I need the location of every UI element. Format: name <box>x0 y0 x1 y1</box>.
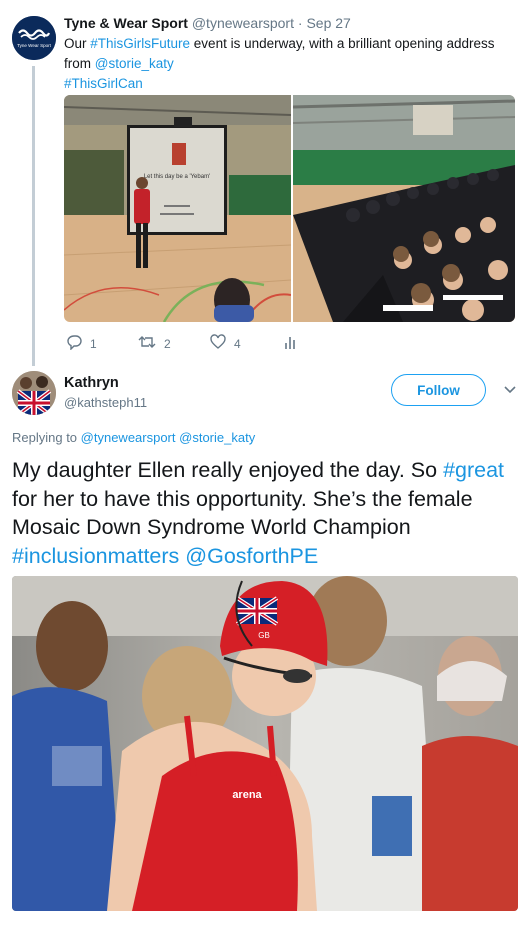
tweet1-date[interactable]: Sep 27 <box>306 15 350 31</box>
tweet1-author-name[interactable]: Tyne & Wear Sport <box>64 15 188 31</box>
replying-to-tynewearsport[interactable]: @tynewearsport <box>81 430 176 445</box>
tweet1-text: Our #ThisGirlsFuture event is underway, … <box>64 34 514 94</box>
tweet1-header: Tyne & Wear Sport @tynewearsport · Sep 2… <box>64 15 351 31</box>
avatar-logo-text: Tyne Wear Sport <box>17 43 51 48</box>
hashtag-inclusionmatters[interactable]: #inclusionmatters <box>12 544 179 568</box>
tweet2-text: My daughter Ellen really enjoyed the day… <box>12 456 518 570</box>
tweet1-author-handle[interactable]: @tynewearsport <box>192 15 294 31</box>
swimsuit-brand: arena <box>232 789 262 801</box>
follow-button[interactable]: Follow <box>391 374 486 406</box>
like-icon[interactable] <box>210 334 226 353</box>
kathryn-avatar[interactable] <box>12 371 56 415</box>
audience-photo[interactable] <box>293 95 515 322</box>
tweet2-text-part2: for her to have this opportunity. She’s … <box>12 486 473 540</box>
tweet1-media: Let this day be a 'Yebam' <box>64 95 515 322</box>
slide-text: Let this day be a 'Yebam' <box>144 174 210 180</box>
mention-gosforthpe[interactable]: @GosforthPE <box>185 544 318 568</box>
chevron-down-icon[interactable] <box>502 381 518 397</box>
replying-to: Replying to @tynewearsport @storie_katy <box>12 430 255 445</box>
tweet1-text-before: Our <box>64 36 91 51</box>
tweet2-text-part1: My daughter Ellen really enjoyed the day… <box>12 458 444 482</box>
analytics-icon[interactable] <box>284 334 298 353</box>
swimmer-photo[interactable]: arena GB <box>12 576 518 911</box>
like-count: 4 <box>234 336 241 351</box>
tweet2-author-name[interactable]: Kathryn <box>64 375 119 391</box>
speaker-photo[interactable]: Let this day be a 'Yebam' <box>64 95 291 322</box>
analytics-action[interactable] <box>284 334 298 353</box>
retweet-action[interactable]: 2 <box>138 334 171 353</box>
hashtag-great[interactable]: #great <box>443 458 504 482</box>
reply-icon[interactable] <box>66 334 82 353</box>
tyne-wear-sport-avatar[interactable]: Tyne Wear Sport <box>12 16 56 60</box>
reply-count: 1 <box>90 336 97 351</box>
tweet1-actions: 1 2 4 <box>64 334 364 354</box>
thread-connector-line <box>32 66 35 366</box>
replying-prefix: Replying to <box>12 430 81 445</box>
hashtag-thisgirlsfuture[interactable]: #ThisGirlsFuture <box>90 36 190 51</box>
like-action[interactable]: 4 <box>210 334 241 353</box>
tweet2-author-handle[interactable]: @kathsteph11 <box>64 395 147 410</box>
hashtag-thisgirlcan[interactable]: #ThisGirlCan <box>64 76 143 91</box>
tweet1-separator: · <box>297 15 303 31</box>
retweet-icon[interactable] <box>138 334 156 353</box>
mention-storie-katy[interactable]: @storie_katy <box>95 56 174 71</box>
retweet-count: 2 <box>164 336 171 351</box>
cap-text: GB <box>258 631 270 640</box>
replying-to-storie-katy[interactable]: @storie_katy <box>179 430 255 445</box>
reply-action[interactable]: 1 <box>66 334 97 353</box>
